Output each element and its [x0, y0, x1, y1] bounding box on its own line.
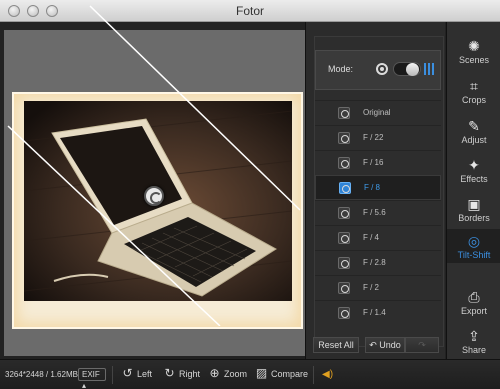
undo-icon: ↶ [369, 340, 377, 350]
aperture-label: F / 16 [363, 158, 384, 167]
reset-all-button[interactable]: Reset All [313, 337, 359, 353]
original-icon [338, 107, 350, 119]
panel-buttons: Reset All ↶ Undo ↷ [313, 337, 441, 353]
zoom-button[interactable]: ⊕ Zoom [207, 366, 249, 383]
aperture-icon [338, 307, 350, 319]
aperture-icon [338, 157, 350, 169]
compare-button[interactable]: ▨ Compare [254, 366, 310, 383]
redo-icon: ↷ [418, 340, 426, 350]
sidebar-item-label: Scenes [458, 55, 490, 65]
sparkle-icon: ✦ [468, 157, 480, 173]
module-sidebar: ✺ Scenes ⌗ Crops ✎ Adjust ✦ Effects ▣ Bo… [446, 22, 500, 359]
aperture-item-f5-6[interactable]: F / 5.6 [315, 200, 441, 225]
linear-mode-icon[interactable] [424, 63, 436, 75]
tilt-rotate-handle[interactable] [144, 186, 164, 206]
aperture-item-f2[interactable]: F / 2 [315, 275, 441, 300]
exif-label: EXIF [82, 370, 100, 379]
frame-icon: ▣ [467, 196, 481, 212]
aperture-label: Original [363, 108, 391, 117]
aperture-label: F / 2.8 [363, 258, 386, 267]
sidebar-item-borders[interactable]: ▣ Borders [447, 192, 500, 226]
sidebar-item-adjust[interactable]: ✎ Adjust [447, 114, 500, 148]
rotate-right-label: Right [179, 369, 201, 379]
divider [112, 366, 113, 384]
export-icon: ⎙ [468, 289, 480, 305]
sidebar-item-share[interactable]: ⇪ Share [447, 324, 500, 358]
speaker-icon[interactable]: ◀) [322, 369, 334, 381]
toggle-knob [406, 63, 419, 76]
rotate-right-button[interactable]: ↻ Right [162, 366, 202, 383]
photo-canvas[interactable] [4, 30, 305, 356]
crop-icon: ⌗ [470, 78, 478, 94]
compare-icon: ▨ [255, 366, 268, 380]
aperture-item-f8[interactable]: F / 8 [315, 175, 441, 200]
app-window: Fotor Mode: Original F / 22 F / 16 F / 8… [0, 0, 500, 389]
aperture-icon [339, 182, 351, 194]
undo-label: Undo [379, 340, 401, 350]
rotate-left-button[interactable]: ↺ Left [120, 366, 156, 383]
sidebar-item-label: Adjust [461, 135, 487, 145]
sun-icon: ✺ [468, 38, 480, 54]
rotate-left-icon: ↺ [122, 366, 133, 380]
photo-border-frame [12, 92, 303, 329]
aperture-icon [338, 232, 350, 244]
exif-button[interactable]: EXIF ▴ [78, 368, 106, 389]
title-bar: Fotor [0, 0, 500, 22]
share-icon: ⇪ [468, 328, 480, 344]
sidebar-item-crops[interactable]: ⌗ Crops [447, 74, 500, 108]
pencil-icon: ✎ [468, 118, 480, 134]
aperture-label: F / 5.6 [363, 208, 386, 217]
rotate-left-label: Left [137, 369, 153, 379]
undo-button[interactable]: ↶ Undo [365, 337, 405, 353]
sidebar-item-scenes[interactable]: ✺ Scenes [447, 34, 500, 68]
sidebar-item-effects[interactable]: ✦ Effects [447, 153, 500, 187]
aperture-item-f22[interactable]: F / 22 [315, 125, 441, 150]
aperture-item-f1-4[interactable]: F / 1.4 [315, 300, 441, 325]
bottom-toolbar: 3264*2448 / 1.62MB EXIF ▴ ↺ Left ↻ Right… [0, 359, 500, 389]
rotate-right-icon: ↻ [164, 366, 175, 380]
window-title: Fotor [235, 4, 264, 18]
aperture-list: Original F / 22 F / 16 F / 8 F / 5.6 F /… [315, 100, 441, 325]
aperture-item-original[interactable]: Original [315, 100, 441, 125]
aperture-icon [338, 132, 350, 144]
aperture-icon: ◎ [467, 233, 481, 249]
image-info: 3264*2448 / 1.62MB [5, 370, 78, 379]
aperture-item-f16[interactable]: F / 16 [315, 150, 441, 175]
zoom-label: Zoom [224, 369, 248, 379]
aperture-label: F / 8 [364, 183, 381, 192]
compare-label: Compare [271, 369, 309, 379]
aperture-icon [338, 257, 350, 269]
zoom-icon: ⊕ [209, 366, 220, 380]
tilt-shift-panel: Mode: Original F / 22 F / 16 F / 8 F / 5… [305, 22, 445, 359]
sidebar-item-label: Crops [461, 95, 486, 105]
redo-button[interactable]: ↷ [405, 337, 439, 353]
mode-toggle[interactable] [393, 62, 421, 76]
divider [313, 366, 314, 384]
aperture-icon [338, 207, 350, 219]
sidebar-item-label: Tilt-Shift [457, 250, 491, 260]
aperture-item-f2-8[interactable]: F / 2.8 [315, 250, 441, 275]
sidebar-item-export[interactable]: ⎙ Export [447, 285, 500, 319]
mode-row: Mode: [315, 50, 441, 90]
sidebar-item-tilt-shift[interactable]: ◎ Tilt-Shift [447, 229, 500, 263]
aperture-label: F / 22 [363, 133, 384, 142]
radial-mode-icon[interactable] [376, 63, 388, 75]
aperture-label: F / 2 [363, 283, 380, 292]
sidebar-item-label: Effects [460, 174, 488, 184]
mode-label: Mode: [328, 64, 354, 74]
sidebar-item-label: Share [461, 345, 487, 355]
aperture-item-f4[interactable]: F / 4 [315, 225, 441, 250]
sidebar-item-label: Borders [458, 213, 490, 223]
triangle-up-icon: ▴ [82, 381, 87, 389]
aperture-label: F / 1.4 [363, 308, 386, 317]
aperture-label: F / 4 [363, 233, 380, 242]
aperture-icon [338, 282, 350, 294]
sidebar-item-label: Export [460, 306, 487, 316]
